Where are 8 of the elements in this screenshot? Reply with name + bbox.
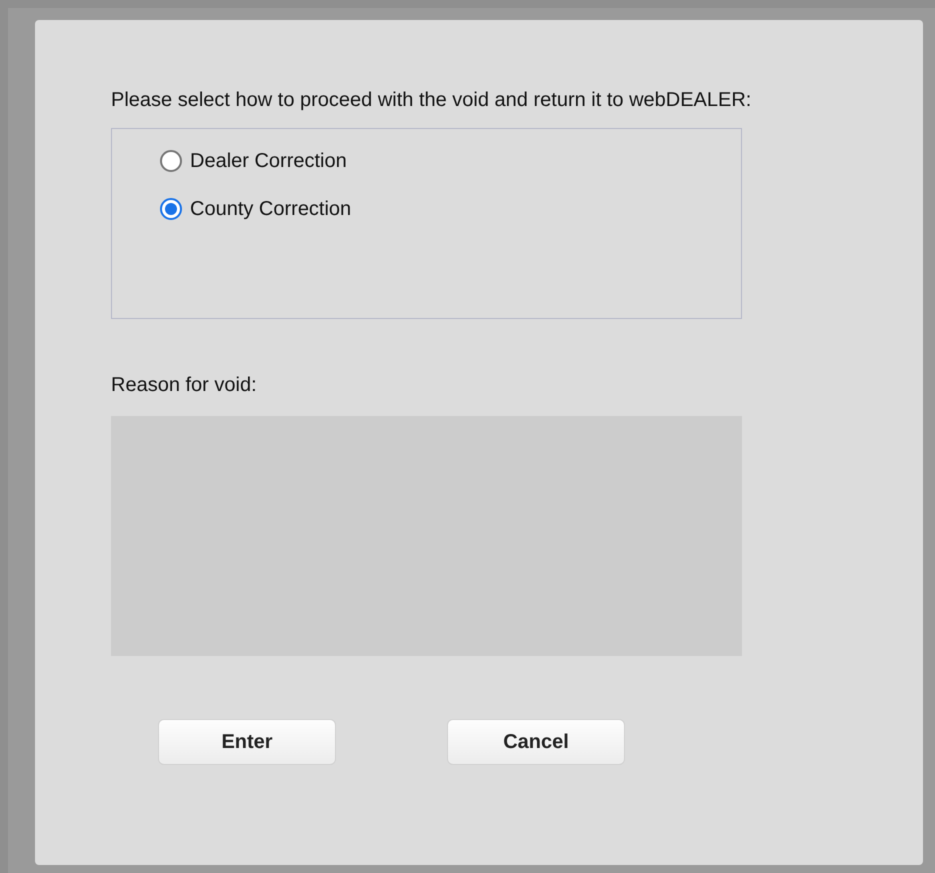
radio-label: Dealer Correction bbox=[190, 149, 347, 174]
reason-label: Reason for void: bbox=[111, 373, 258, 398]
instruction-text: Please select how to proceed with the void and return it to webDEALER: bbox=[111, 88, 752, 113]
radio-label: County Correction bbox=[190, 197, 352, 222]
radio-button[interactable] bbox=[160, 150, 182, 172]
enter-button[interactable]: Enter bbox=[158, 719, 336, 765]
cancel-button[interactable]: Cancel bbox=[447, 719, 625, 765]
radio-button[interactable] bbox=[160, 198, 182, 220]
